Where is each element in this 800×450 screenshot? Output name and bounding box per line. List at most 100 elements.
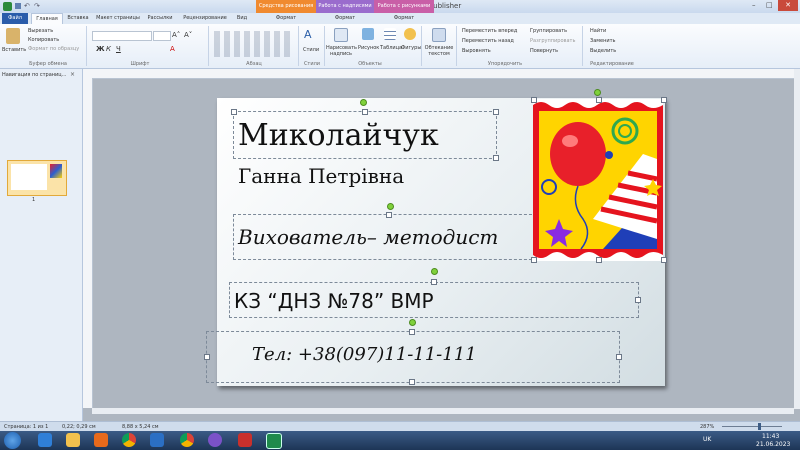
- minimize-icon[interactable]: –: [752, 1, 756, 9]
- publisher-taskbar-icon[interactable]: [266, 433, 282, 449]
- shrink-font-icon[interactable]: A˅: [184, 31, 192, 39]
- zoom-slider[interactable]: [722, 426, 782, 427]
- resize-handle[interactable]: [493, 155, 499, 161]
- font-size-select[interactable]: [153, 31, 171, 41]
- format-painter-button[interactable]: Формат по образцу: [28, 46, 79, 52]
- arrange-group-label: Упорядочить: [487, 61, 523, 67]
- wrap-text-icon[interactable]: [432, 28, 446, 42]
- resize-handle[interactable]: [531, 257, 537, 263]
- rotation-handle[interactable]: [594, 89, 601, 96]
- page-thumbnail[interactable]: [7, 160, 67, 196]
- resize-handle[interactable]: [493, 109, 499, 115]
- grow-font-icon[interactable]: A˄: [172, 31, 180, 39]
- font-name-select[interactable]: [92, 31, 152, 41]
- group-button[interactable]: Группировать: [530, 28, 567, 34]
- clock-time[interactable]: 11:43: [762, 433, 779, 440]
- resize-handle[interactable]: [531, 97, 537, 103]
- rotation-handle[interactable]: [431, 268, 438, 275]
- replace-button[interactable]: Заменить: [590, 38, 616, 44]
- horizontal-ruler: [83, 69, 794, 79]
- tab-picture-format[interactable]: Формат: [374, 13, 434, 24]
- paste-icon[interactable]: [6, 28, 20, 44]
- italic-icon[interactable]: К: [106, 45, 111, 53]
- find-button[interactable]: Найти: [590, 28, 606, 34]
- resize-handle[interactable]: [661, 257, 667, 263]
- resize-handle[interactable]: [635, 297, 641, 303]
- resize-handle[interactable]: [616, 354, 622, 360]
- table-button[interactable]: Таблица: [380, 45, 402, 51]
- tab-insert[interactable]: Вставка: [64, 13, 92, 24]
- internet-explorer-icon[interactable]: [38, 433, 52, 447]
- tab-review[interactable]: Рецензирование: [180, 13, 230, 24]
- draw-text-box-button[interactable]: Нарисовать надпись: [326, 45, 357, 57]
- page-indicator[interactable]: Страница: 1 из 1: [4, 424, 48, 430]
- shapes-button[interactable]: Фигуры: [401, 45, 421, 51]
- zoom-slider-thumb[interactable]: [758, 423, 761, 430]
- vertical-scrollbar[interactable]: [794, 69, 800, 409]
- resize-handle[interactable]: [596, 97, 602, 103]
- close-icon[interactable]: ×: [70, 71, 75, 78]
- align-button[interactable]: Выровнять: [462, 48, 491, 54]
- clock-date[interactable]: 21.06.2023: [756, 441, 790, 448]
- resize-handle[interactable]: [431, 279, 437, 285]
- tab-file[interactable]: Файл: [2, 13, 28, 24]
- resize-handle[interactable]: [204, 354, 210, 360]
- send-backward-button[interactable]: Переместить назад: [462, 38, 514, 44]
- chrome-icon[interactable]: [180, 433, 194, 447]
- wrap-text-button[interactable]: Обтекание текстом: [424, 45, 454, 57]
- draw-text-box-icon[interactable]: [334, 28, 348, 42]
- styles-icon[interactable]: A: [304, 28, 318, 42]
- ribbon-separator: [421, 26, 422, 66]
- underline-icon[interactable]: Ч: [116, 45, 121, 53]
- clipboard-group-label: Буфер обмена: [29, 61, 67, 67]
- balloon-artwork: [533, 99, 663, 261]
- resize-handle[interactable]: [409, 379, 415, 385]
- party-balloon-image[interactable]: [533, 99, 663, 261]
- tab-view[interactable]: Вид: [232, 13, 252, 24]
- resize-handle[interactable]: [231, 109, 237, 115]
- font-color-icon[interactable]: A: [170, 45, 175, 53]
- resize-handle[interactable]: [386, 212, 392, 218]
- title-bar: ↶ ↷ Публикация1 - Microsoft Publisher Ср…: [0, 0, 800, 13]
- maximize-icon[interactable]: □: [766, 1, 773, 9]
- start-button-icon[interactable]: [4, 432, 21, 449]
- rotation-handle[interactable]: [409, 319, 416, 326]
- bring-forward-button[interactable]: Переместить вперед: [462, 28, 517, 34]
- tab-drawing-format[interactable]: Формат: [256, 13, 316, 24]
- styles-button[interactable]: Стили: [303, 47, 319, 53]
- shapes-icon[interactable]: [404, 28, 416, 40]
- ungroup-button[interactable]: Разгруппировать: [530, 38, 575, 44]
- tab-page-design[interactable]: Макет страницы: [94, 13, 142, 24]
- paragraph-controls[interactable]: [214, 31, 294, 57]
- bold-icon[interactable]: Ж: [96, 45, 105, 53]
- tab-text-format[interactable]: Формат: [316, 13, 374, 24]
- table-icon[interactable]: [384, 28, 396, 40]
- close-icon[interactable]: ✕: [778, 0, 798, 11]
- picture-button[interactable]: Рисунок: [358, 45, 379, 51]
- word-icon[interactable]: [150, 433, 164, 447]
- viber-icon[interactable]: [208, 433, 222, 447]
- tab-mailings[interactable]: Рассылки: [144, 13, 176, 24]
- resize-handle[interactable]: [362, 109, 368, 115]
- horizontal-scrollbar[interactable]: [92, 408, 794, 414]
- rotation-handle[interactable]: [387, 203, 394, 210]
- resize-handle[interactable]: [596, 257, 602, 263]
- rotation-handle[interactable]: [360, 99, 367, 106]
- language-indicator[interactable]: UK: [703, 436, 711, 443]
- select-button[interactable]: Выделить: [590, 48, 616, 54]
- resize-handle[interactable]: [409, 329, 415, 335]
- ribbon-separator: [86, 26, 87, 66]
- page-number-label: 1: [32, 197, 36, 203]
- explorer-icon[interactable]: [66, 433, 80, 447]
- position-text: Вихователь– методист: [238, 225, 499, 249]
- resize-handle[interactable]: [661, 97, 667, 103]
- cut-button[interactable]: Вырезать: [28, 28, 53, 34]
- app-icon[interactable]: [238, 433, 252, 447]
- paste-button[interactable]: Вставить: [2, 47, 26, 53]
- media-player-icon[interactable]: [94, 433, 108, 447]
- zoom-level[interactable]: 287%: [700, 424, 714, 430]
- chrome-icon[interactable]: [122, 433, 136, 447]
- rotate-button[interactable]: Повернуть: [530, 48, 558, 54]
- copy-button[interactable]: Копировать: [28, 37, 59, 43]
- picture-icon[interactable]: [362, 28, 374, 40]
